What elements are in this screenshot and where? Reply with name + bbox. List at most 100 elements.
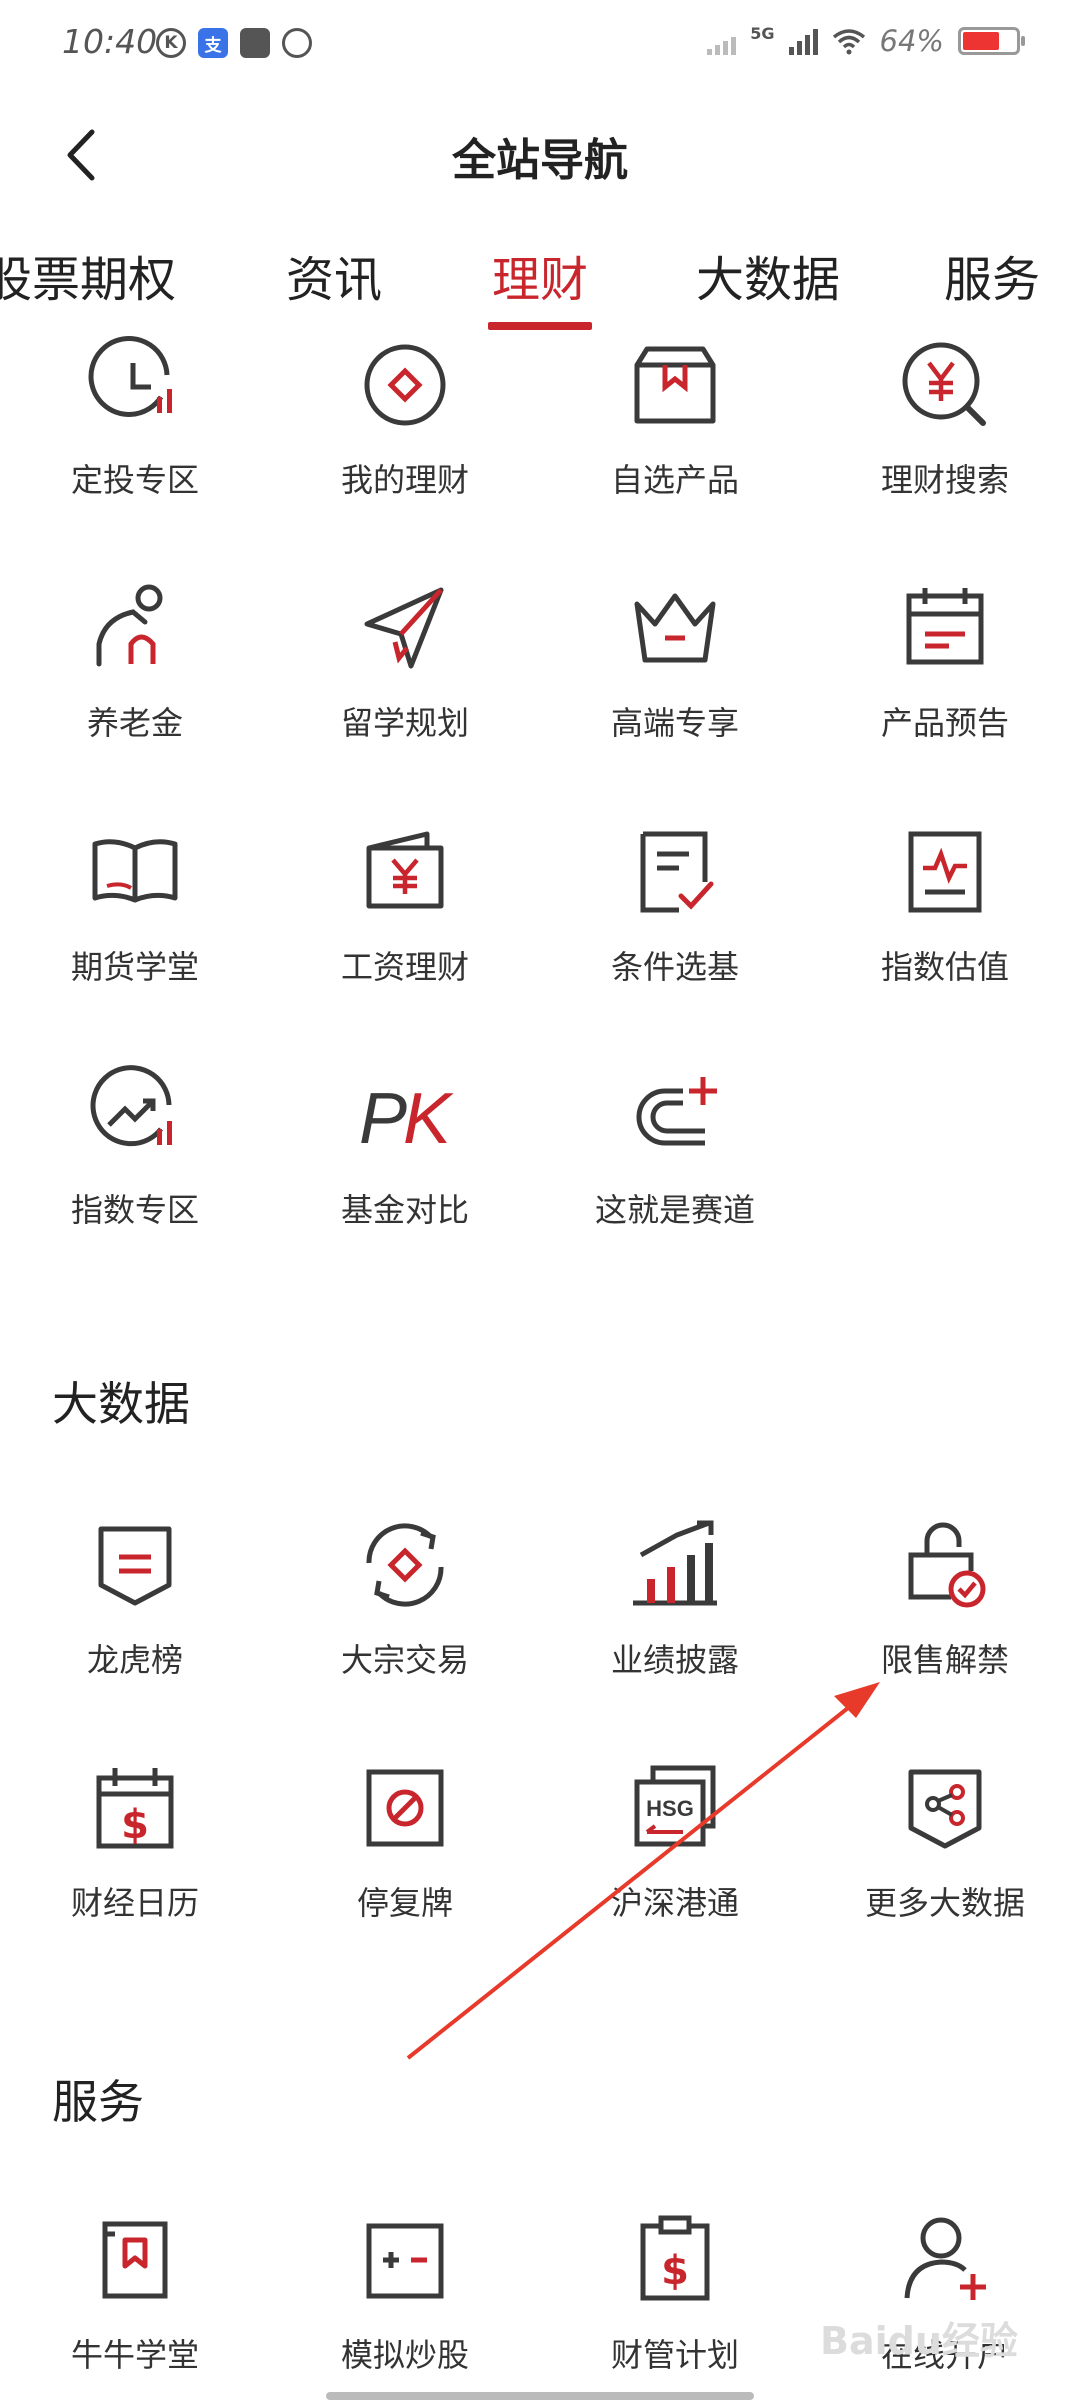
grid-label: 定投专区: [70, 461, 199, 499]
grid-item-wealth-plan[interactable]: $ 财管计划: [540, 2210, 810, 2376]
crown-icon: [634, 593, 716, 663]
grid-item-index-zone[interactable]: 指数专区: [0, 1065, 270, 1231]
diamond-circle-icon: [364, 344, 446, 426]
section-title-bigdata: 大数据: [52, 1377, 190, 1431]
clock-chart-icon: [88, 336, 172, 417]
checklist-icon: [640, 831, 714, 913]
track-plus-icon: [636, 1077, 717, 1146]
yuan-search-icon: [902, 342, 986, 426]
exchange-diamond-icon: [366, 1523, 444, 1607]
grid-item-niuniu-school[interactable]: 牛牛学堂: [0, 2210, 270, 2376]
media-icon: [240, 28, 270, 58]
grid-item-futures-school[interactable]: 期货学堂: [0, 822, 270, 988]
grid-label: 条件选基: [610, 948, 739, 986]
grid-item-block-trade[interactable]: 大宗交易: [270, 1515, 540, 1681]
section-title-services: 服务: [52, 2075, 144, 2129]
grid-item-study-abroad[interactable]: 留学规划: [270, 578, 540, 744]
grid-label: 期货学堂: [70, 948, 199, 986]
pulse-chart-icon: [908, 831, 982, 913]
grid-label: 自选产品: [610, 461, 739, 499]
signal-icon: [788, 27, 818, 55]
book-icon: [92, 839, 178, 903]
grid-item-earnings-disclosure[interactable]: 业绩披露: [540, 1515, 810, 1681]
bookmark-book-icon: [102, 2221, 168, 2299]
grid-item-hsg-connect[interactable]: HSG 沪深港通: [540, 1758, 810, 1924]
clipboard-dollar-icon: $: [640, 2215, 710, 2301]
grid-item-pension[interactable]: 养老金: [0, 578, 270, 744]
grid-item-finance-calendar[interactable]: $ 财经日历: [0, 1758, 270, 1924]
grid-label: 这就是赛道: [594, 1191, 755, 1229]
grid-item-suspension[interactable]: 停复牌: [270, 1758, 540, 1924]
status-bar: 10:40 K 支 5G 64%: [0, 0, 1080, 90]
grid-label: 财经日历: [70, 1884, 199, 1922]
grid-label: 指数估值: [880, 948, 1009, 986]
grid-label: 财管计划: [610, 2336, 739, 2374]
status-right: 5G 64%: [707, 23, 1025, 58]
grid-item-track[interactable]: 这就是赛道: [540, 1065, 810, 1231]
wallet-yuan-icon: [366, 831, 444, 909]
grid-label: 停复牌: [356, 1884, 453, 1922]
grid-item-dingtou[interactable]: 定投专区: [0, 335, 270, 501]
grid-label: 基金对比: [340, 1191, 469, 1229]
paper-plane-icon: [364, 587, 444, 669]
home-indicator[interactable]: [326, 2392, 754, 2400]
grid-label: 模拟炒股: [340, 2336, 469, 2374]
svg-text:P: P: [359, 1079, 407, 1159]
battery-icon: [958, 27, 1025, 55]
nav-header: 全站导航: [0, 110, 1080, 200]
signal-small-icon: [707, 27, 737, 55]
status-app-icons: K 支: [156, 28, 312, 58]
grid-label: 大宗交易: [340, 1641, 469, 1679]
status-time: 10:40: [62, 22, 158, 61]
plus-minus-icon: [366, 2223, 444, 2299]
grid-item-wealth-search[interactable]: 理财搜索: [810, 335, 1080, 501]
bar-chart-arrow-icon: [633, 1520, 717, 1606]
grid-label: 牛牛学堂: [70, 2336, 199, 2374]
grid-label: 沪深港通: [610, 1884, 739, 1922]
grid-item-salary-wealth[interactable]: 工资理财: [270, 822, 540, 988]
calendar-icon: [906, 588, 984, 665]
grid-label: 高端专享: [610, 704, 739, 742]
tab-stock-options[interactable]: 股票期权: [0, 240, 176, 310]
app-icon: [282, 28, 312, 58]
grid-label: 留学规划: [340, 704, 469, 742]
grid-item-paper-trading[interactable]: 模拟炒股: [270, 2210, 540, 2376]
svg-text:K: K: [403, 1079, 454, 1159]
grid-item-fund-compare[interactable]: P K 基金对比: [270, 1065, 540, 1231]
box-bookmark-icon: [634, 346, 716, 424]
grid-item-index-valuation[interactable]: 指数估值: [810, 822, 1080, 988]
network-label: 5G: [750, 23, 775, 43]
shield-share-icon: [908, 1769, 982, 1849]
grid-label: 产品预告: [880, 704, 1009, 742]
grid-item-lockup-expiry[interactable]: 限售解禁: [810, 1515, 1080, 1681]
grid-item-more-bigdata[interactable]: 更多大数据: [810, 1758, 1080, 1924]
tab-services[interactable]: 服务: [944, 240, 1040, 310]
grid-item-premium[interactable]: 高端专享: [540, 578, 810, 744]
grid-label: 更多大数据: [864, 1884, 1025, 1922]
pk-icon: P K: [359, 1079, 454, 1159]
category-tabs: 股票期权 资讯 理财 大数据 服务: [0, 230, 1080, 340]
dollar-calendar-icon: $: [96, 1768, 174, 1849]
grid-label: 理财搜索: [880, 461, 1009, 499]
tab-wealth[interactable]: 理财: [492, 240, 588, 310]
grid-label: 养老金: [86, 704, 183, 742]
grid-label: 指数专区: [70, 1191, 199, 1229]
grid-item-fund-filter[interactable]: 条件选基: [540, 822, 810, 988]
grid-label: 限售解禁: [880, 1641, 1009, 1679]
tab-news[interactable]: 资讯: [286, 240, 382, 310]
user-plus-icon: [904, 2217, 986, 2300]
grid-item-dragon-tiger[interactable]: 龙虎榜: [0, 1515, 270, 1681]
shield-list-icon: [98, 1526, 172, 1606]
grid-item-my-wealth[interactable]: 我的理财: [270, 335, 540, 501]
grid-label: 工资理财: [340, 948, 469, 986]
unlock-check-icon: [908, 1522, 986, 1608]
k-icon: K: [156, 28, 186, 58]
grid-item-product-preview[interactable]: 产品预告: [810, 578, 1080, 744]
svg-text:$: $: [661, 2248, 689, 2294]
tab-bigdata[interactable]: 大数据: [696, 240, 840, 310]
grid-label: 龙虎榜: [86, 1641, 183, 1679]
baidu-watermark: Baidu经验: [820, 2319, 1018, 2363]
svg-text:$: $: [121, 1802, 149, 1848]
stop-square-icon: [366, 1769, 444, 1847]
grid-item-watchlist-products[interactable]: 自选产品: [540, 335, 810, 501]
